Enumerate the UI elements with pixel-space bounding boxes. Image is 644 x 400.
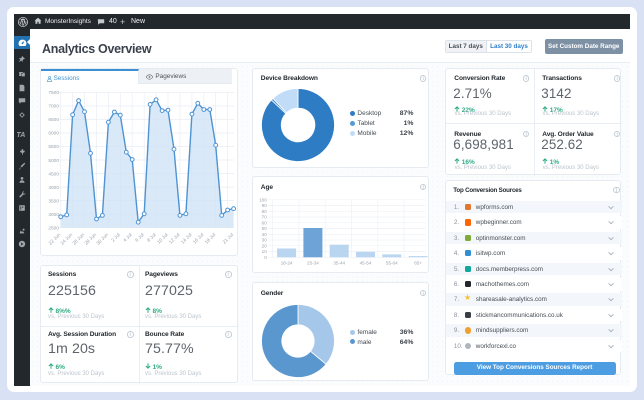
svg-text:26 Jun: 26 Jun — [71, 232, 86, 247]
svg-text:16 Jul: 16 Jul — [192, 232, 205, 245]
svg-text:6000: 6000 — [48, 131, 59, 137]
svg-text:30: 30 — [262, 238, 268, 243]
svg-text:18-24: 18-24 — [281, 261, 293, 266]
svg-text:28 Jun: 28 Jun — [83, 232, 98, 247]
svg-text:5000: 5000 — [48, 158, 59, 164]
svg-text:3000: 3000 — [48, 212, 59, 218]
svg-text:55-64: 55-64 — [386, 261, 398, 266]
svg-text:12 Jul: 12 Jul — [168, 232, 181, 245]
svg-text:4 Jul: 4 Jul — [122, 232, 133, 243]
svg-text:30 Jun: 30 Jun — [95, 232, 110, 247]
svg-text:21 Jul: 21 Jul — [222, 232, 235, 245]
svg-text:24 Jun: 24 Jun — [60, 232, 75, 247]
svg-text:80: 80 — [262, 209, 268, 214]
svg-text:70: 70 — [262, 215, 268, 220]
svg-text:10 Jul: 10 Jul — [156, 232, 169, 245]
svg-text:60: 60 — [262, 221, 268, 226]
svg-text:20: 20 — [262, 244, 268, 249]
svg-text:7500: 7500 — [48, 90, 59, 96]
svg-text:25-34: 25-34 — [307, 261, 319, 266]
svg-text:7000: 7000 — [48, 104, 59, 110]
svg-text:5500: 5500 — [48, 144, 59, 150]
svg-text:18 Jul: 18 Jul — [204, 232, 217, 245]
svg-text:22 Jun: 22 Jun — [48, 232, 63, 247]
svg-text:2 Jul: 2 Jul — [110, 232, 121, 243]
svg-text:4500: 4500 — [48, 171, 59, 177]
svg-text:6500: 6500 — [48, 117, 59, 123]
svg-text:4000: 4000 — [48, 185, 59, 191]
svg-text:40: 40 — [262, 232, 268, 237]
svg-text:2500: 2500 — [48, 225, 59, 231]
svg-text:14 Jul: 14 Jul — [180, 232, 193, 245]
svg-text:6 Jul: 6 Jul — [134, 232, 145, 243]
svg-text:3500: 3500 — [48, 198, 59, 204]
svg-text:65+: 65+ — [415, 261, 423, 266]
svg-text:35-44: 35-44 — [334, 261, 346, 266]
svg-text:45-54: 45-54 — [360, 261, 372, 266]
svg-text:10: 10 — [262, 249, 268, 254]
svg-text:0: 0 — [265, 255, 268, 260]
svg-text:100: 100 — [260, 198, 268, 203]
svg-text:90: 90 — [262, 203, 268, 208]
svg-text:50: 50 — [262, 226, 268, 231]
